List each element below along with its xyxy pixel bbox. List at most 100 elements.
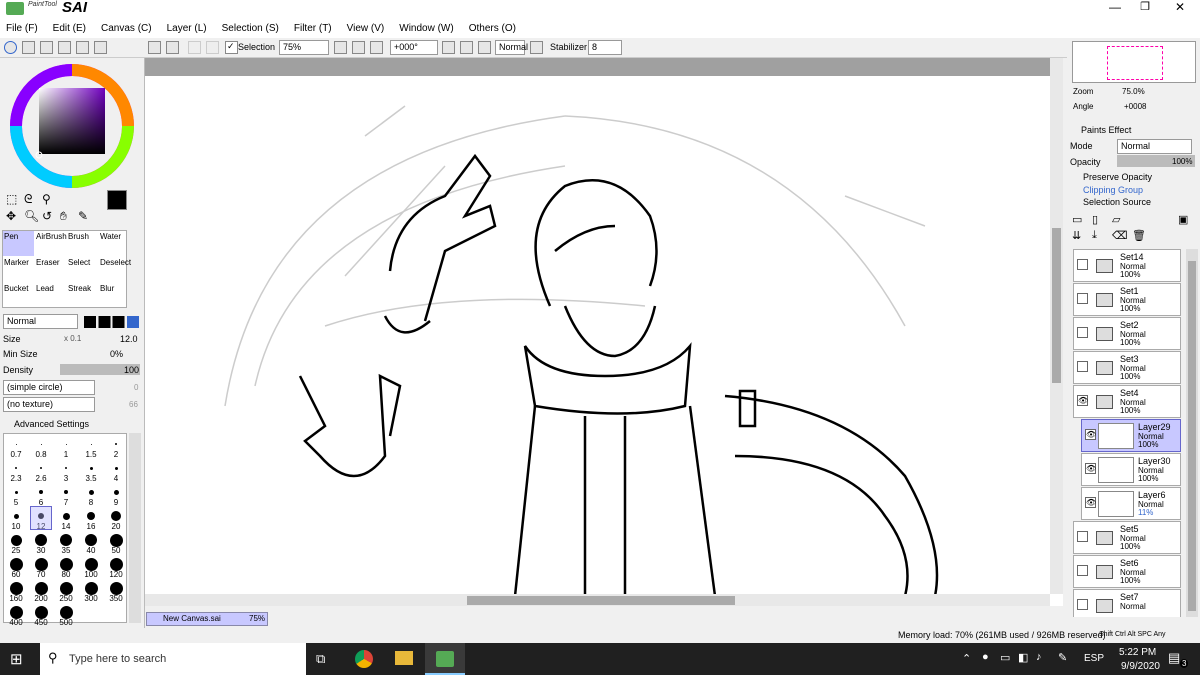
- maximize-icon[interactable]: ❐: [1130, 0, 1160, 18]
- menu-filter[interactable]: Filter (T): [294, 23, 332, 34]
- chrome-icon[interactable]: [355, 650, 373, 668]
- layer-item[interactable]: 👁︎ Set4 Normal 100%: [1073, 385, 1181, 418]
- tool-lead[interactable]: Lead: [35, 283, 66, 308]
- layer-item[interactable]: Set1 Normal 100%: [1073, 283, 1181, 316]
- brush-size-dot[interactable]: [40, 443, 42, 445]
- brush-size-dot[interactable]: [109, 581, 123, 595]
- tray-language[interactable]: ESP: [1084, 653, 1104, 664]
- selection-source[interactable]: Selection Source: [1083, 197, 1151, 207]
- brush-size-dot[interactable]: [13, 513, 19, 519]
- layer-item[interactable]: 👁︎ Layer6 Normal 11%: [1081, 487, 1181, 520]
- texture-value[interactable]: 66: [129, 400, 138, 409]
- brush-size-dot[interactable]: [34, 581, 48, 595]
- brush-size-dot[interactable]: [113, 489, 119, 495]
- brush-size-dot[interactable]: [34, 605, 48, 619]
- layer-visibility-checkbox[interactable]: [1077, 531, 1088, 542]
- preserve-opacity[interactable]: Preserve Opacity: [1083, 172, 1152, 182]
- brush-size-dot[interactable]: [39, 490, 43, 494]
- tool-airbrush[interactable]: AirBrush: [35, 231, 67, 256]
- taskbar-search[interactable]: ⚲ Type here to search: [40, 643, 306, 675]
- merge-down-icon[interactable]: ⤓: [1092, 229, 1097, 242]
- tray-mic-icon[interactable]: ●: [982, 651, 989, 663]
- brush-size-dot[interactable]: [15, 443, 17, 445]
- layer-visibility-checkbox[interactable]: [1077, 259, 1088, 270]
- tool-eraser[interactable]: Eraser: [35, 257, 66, 282]
- brush-size-dot[interactable]: [9, 581, 23, 595]
- menu-view[interactable]: View (V): [347, 23, 385, 34]
- layer-visibility-checkbox[interactable]: 👁︎: [1085, 497, 1096, 508]
- tray-volume-icon[interactable]: ♪: [1036, 651, 1042, 663]
- brush-mode-select[interactable]: Normal: [3, 314, 78, 329]
- tool-brush[interactable]: Brush: [67, 231, 98, 256]
- menu-layer[interactable]: Layer (L): [167, 23, 207, 34]
- brush-size-dot[interactable]: [59, 605, 73, 619]
- brush-size-dot[interactable]: [85, 534, 97, 546]
- lasso-icon[interactable]: ᘓ: [24, 192, 32, 207]
- windows-start-icon[interactable]: ⊞: [10, 650, 23, 668]
- move-icon[interactable]: ✥: [6, 209, 16, 223]
- brush-shape-icons[interactable]: [84, 316, 139, 328]
- rgb-slider-icon[interactable]: [22, 41, 35, 54]
- brush-size-dot[interactable]: [84, 557, 98, 571]
- tool-pen[interactable]: Pen: [3, 231, 34, 256]
- zoom-select[interactable]: 75%: [279, 40, 329, 55]
- palette-icon[interactable]: [94, 41, 107, 54]
- deselect-icon[interactable]: [188, 41, 201, 54]
- rotate-tool-icon[interactable]: ↺: [42, 209, 52, 223]
- blend-mode-select[interactable]: Normal: [495, 40, 528, 55]
- delete-layer-icon[interactable]: 🗑︎: [1132, 229, 1146, 242]
- rotate-left-icon[interactable]: [442, 41, 455, 54]
- minimize-icon[interactable]: —: [1100, 0, 1130, 18]
- new-layer-alt-icon[interactable]: ▯: [1092, 213, 1098, 226]
- brush-size-dot[interactable]: [90, 443, 92, 445]
- tool-bucket[interactable]: Bucket: [3, 283, 34, 308]
- brush-size-dot[interactable]: [60, 534, 72, 546]
- menu-edit[interactable]: Edit (E): [53, 23, 86, 34]
- new-folder-icon[interactable]: ▱: [1112, 213, 1120, 226]
- brush-size-dot[interactable]: [15, 467, 17, 469]
- zoom-tool-icon[interactable]: 🔍︎: [24, 209, 39, 223]
- layer-visibility-checkbox[interactable]: [1077, 361, 1088, 372]
- brush-size-dot[interactable]: [115, 443, 117, 445]
- brush-size-dot[interactable]: [109, 533, 123, 547]
- nav-angle-value[interactable]: +0008: [1124, 102, 1146, 111]
- paints-effect-label[interactable]: Paints Effect: [1081, 125, 1131, 135]
- tool-deselect[interactable]: Deselect: [99, 257, 131, 282]
- stabilizer-select[interactable]: 8: [588, 40, 622, 55]
- layer-item[interactable]: 👁︎ Layer29 Normal 100%: [1081, 419, 1181, 452]
- min-size-value[interactable]: 0%: [110, 349, 123, 359]
- undo-icon[interactable]: [148, 41, 161, 54]
- magic-wand-icon[interactable]: ⚲: [42, 192, 51, 206]
- shape-value[interactable]: 0: [134, 383, 138, 392]
- invert-selection-icon[interactable]: [206, 41, 219, 54]
- primary-color-swatch[interactable]: [107, 190, 127, 210]
- brush-size-dot[interactable]: [62, 512, 70, 520]
- brush-size-dot[interactable]: [87, 512, 95, 520]
- canvas-horizontal-scrollbar[interactable]: [145, 594, 1050, 606]
- menu-window[interactable]: Window (W): [399, 23, 453, 34]
- density-value[interactable]: 100: [124, 365, 139, 375]
- canvas-vertical-scrollbar[interactable]: [1050, 58, 1063, 594]
- navigator-thumbnail[interactable]: [1072, 41, 1196, 83]
- canvas[interactable]: [145, 58, 1063, 606]
- texture-select[interactable]: (no texture): [3, 397, 95, 412]
- brush-size-dot[interactable]: [34, 557, 48, 571]
- swatch-icon[interactable]: [58, 41, 71, 54]
- brush-size-dot[interactable]: [88, 489, 94, 495]
- tray-network-icon[interactable]: ◧: [1018, 651, 1028, 664]
- brush-size-dot[interactable]: [35, 534, 47, 546]
- rotate-reset-icon[interactable]: [478, 41, 491, 54]
- eyedropper-icon[interactable]: ✎: [78, 209, 88, 223]
- layer-visibility-checkbox[interactable]: 👁︎: [1077, 395, 1088, 406]
- tool-blur[interactable]: Blur: [99, 283, 130, 308]
- zoom-reset-icon[interactable]: [370, 41, 383, 54]
- layer-item[interactable]: Set2 Normal 100%: [1073, 317, 1181, 350]
- nav-zoom-value[interactable]: 75.0%: [1122, 87, 1145, 96]
- tray-time[interactable]: 5:22 PM: [1119, 647, 1156, 658]
- brush-size-dot[interactable]: [111, 511, 121, 521]
- sai-taskbar-icon[interactable]: [425, 643, 465, 675]
- layer-mode-select[interactable]: Normal: [1117, 139, 1192, 154]
- tray-pen-icon[interactable]: ✎: [1058, 651, 1067, 664]
- zoom-in-icon[interactable]: [352, 41, 365, 54]
- brush-size-dot[interactable]: [14, 490, 18, 494]
